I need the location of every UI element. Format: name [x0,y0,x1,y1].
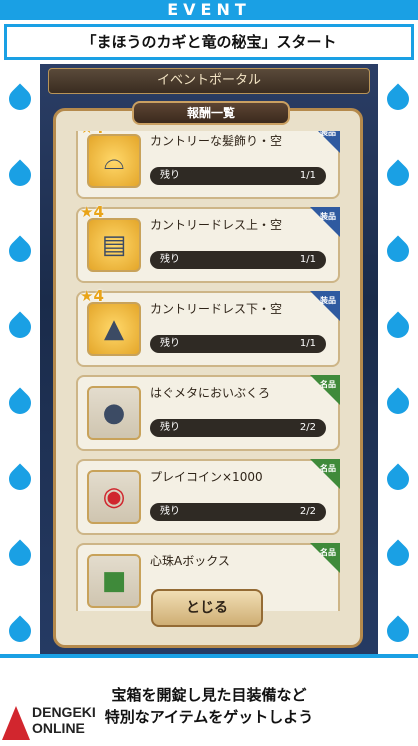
event-label: EVENT [167,0,251,19]
droplet-icon [382,615,414,647]
droplet-icon [382,539,414,571]
droplet-icon [382,159,414,191]
scent-pouch-icon: ● [87,386,141,440]
rewards-panel: 報酬一覧 ⌓ ★4 カントリーな髪飾り・空 残り 1/1 装品 ▤ ★4 カント… [53,101,363,648]
remaining-bar: 残り 2/2 [150,419,326,437]
droplet-icon [4,311,36,343]
item-name: プレイコイン×1000 [150,470,263,484]
hair-ornament-icon: ⌓ [87,134,141,188]
item-name: カントリードレス下・空 [150,302,283,316]
item-name: はぐメタにおいぶくろ [150,386,271,400]
droplet-icon [4,235,36,267]
item-glyph: ● [102,398,126,428]
portal-title: イベントポータル [156,73,261,88]
remaining-label: 残り [160,338,180,349]
item-badge: 装品 [320,131,336,137]
remaining-label: 残り [160,506,180,517]
item-glyph: ◉ [102,482,126,512]
rarity-stars: ★4 [80,287,104,305]
item-badge: 名品 [320,548,336,557]
logo-line-1: DENGEKI [32,704,96,720]
left-decoration [0,64,40,654]
droplet-icon [4,83,36,115]
droplet-icon [4,387,36,419]
droplet-icon [4,539,36,571]
item-badge: 装品 [320,212,336,221]
rarity-stars: ★4 [80,203,104,221]
remaining-value: 2/2 [299,422,316,433]
remaining-label: 残り [160,170,180,181]
item-badge: 名品 [320,464,336,473]
panel-header: 報酬一覧 [132,101,290,125]
reward-item[interactable]: ● はぐメタにおいぶくろ 残り 2/2 名品 [76,375,340,451]
item-glyph: ■ [101,566,127,596]
droplet-icon [382,311,414,343]
droplet-icon [382,83,414,115]
close-button[interactable]: とじる [151,589,263,627]
dress-top-icon: ▤ [87,218,141,272]
remaining-value: 1/1 [299,254,316,265]
remaining-value: 1/1 [299,170,316,181]
droplet-icon [4,615,36,647]
logo-mark-icon [2,706,30,740]
site-logo: DENGEKI ONLINE [2,704,132,744]
rarity-stars: ★4 [80,131,104,137]
item-badge: 名品 [320,380,336,389]
reward-list[interactable]: ⌓ ★4 カントリーな髪飾り・空 残り 1/1 装品 ▤ ★4 カントリードレス… [76,131,340,611]
dress-bottom-icon: ▲ [87,302,141,356]
event-title: 「まほうのカギと竜の秘宝」スタート [4,24,414,60]
item-glyph: ▤ [101,230,127,260]
remaining-value: 1/1 [299,338,316,349]
item-glyph: ⌓ [103,146,125,176]
caption-line-1: 宝箱を開錠し見た目装備など [111,686,307,704]
gem-box-icon: ■ [87,554,141,608]
item-name: カントリーな髪飾り・空 [150,134,283,148]
item-name: カントリードレス上・空 [150,218,283,232]
reward-item[interactable]: ▲ ★4 カントリードレス下・空 残り 1/1 装品 [76,287,340,367]
game-screen: イベントポータル 報酬一覧 ⌓ ★4 カントリーな髪飾り・空 残り 1/1 装品… [40,64,378,654]
reward-item[interactable]: ⌓ ★4 カントリーな髪飾り・空 残り 1/1 装品 [76,131,340,199]
item-badge: 装品 [320,296,336,305]
remaining-bar: 残り 1/1 [150,251,326,269]
droplet-icon [382,463,414,495]
remaining-value: 2/2 [299,506,316,517]
droplet-icon [382,235,414,267]
remaining-bar: 残り 1/1 [150,167,326,185]
reward-item[interactable]: ◉ プレイコイン×1000 残り 2/2 名品 [76,459,340,535]
logo-line-2: ONLINE [32,720,85,736]
remaining-bar: 残り 2/2 [150,503,326,521]
play-coin-icon: ◉ [87,470,141,524]
panel-title: 報酬一覧 [186,106,235,120]
droplet-icon [4,463,36,495]
right-decoration [378,64,418,654]
remaining-bar: 残り 1/1 [150,335,326,353]
item-name: 心珠Aボックス [150,554,230,568]
remaining-label: 残り [160,422,180,433]
droplet-icon [382,387,414,419]
item-glyph: ▲ [104,314,124,344]
droplet-icon [4,159,36,191]
portal-header: イベントポータル [48,68,370,94]
reward-item[interactable]: ▤ ★4 カントリードレス上・空 残り 1/1 装品 [76,203,340,283]
remaining-label: 残り [160,254,180,265]
